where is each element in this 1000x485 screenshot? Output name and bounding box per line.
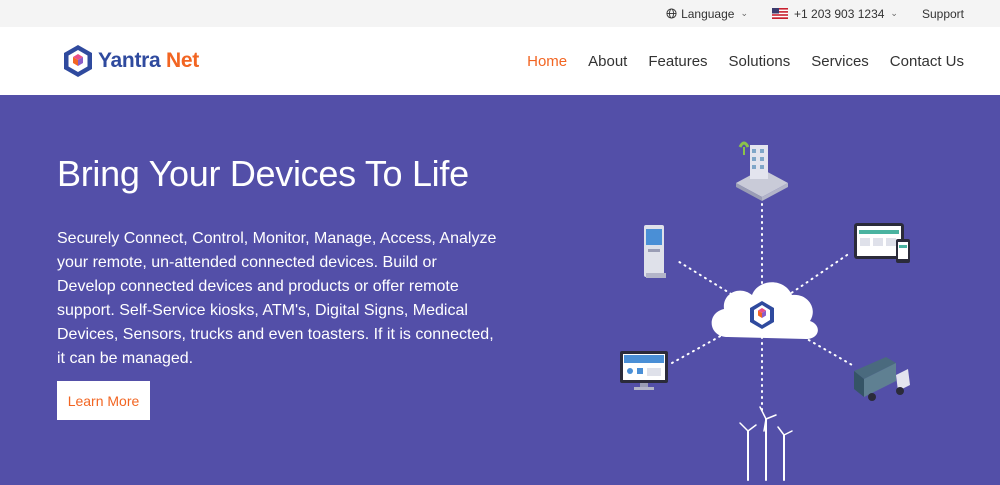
main-navbar: Yantra Net Home About Features Solutions… [0,27,1000,95]
nav-features[interactable]: Features [648,53,707,70]
smart-building-icon [736,141,788,201]
support-label: Support [921,6,964,21]
brand-name-part1: Yantra [98,49,161,72]
nav-solutions[interactable]: Solutions [729,53,791,70]
top-utility-bar: Language ⌄ +1 203 903 1234 ⌄ Support [0,0,1000,27]
language-selector[interactable]: Language ⌄ [666,7,748,21]
support-link[interactable]: Support [922,7,964,21]
nav-contact-us[interactable]: Contact Us [890,53,964,70]
nav-services[interactable]: Services [811,53,869,70]
brand-logo[interactable]: Yantra Net [62,44,199,78]
desktop-monitor-icon [620,351,668,390]
primary-nav: Home About Features Solutions Services C… [506,53,964,70]
connected-devices-illustration [620,141,910,481]
nav-home[interactable]: Home [527,53,567,70]
hero-description: Securely Connect, Control, Monitor, Mana… [57,230,497,367]
us-flag-icon [772,8,788,19]
yantra-logo-icon [64,45,92,77]
tablet-phone-icon [854,223,910,263]
hero-title: Bring Your Devices To Life [57,153,469,194]
brand-name-part2: Net [165,49,199,72]
learn-more-button[interactable]: Learn More [57,381,150,420]
chevron-down-icon: ⌄ [740,8,748,18]
phone-selector[interactable]: +1 203 903 1234 ⌄ [772,7,898,21]
globe-icon [666,8,677,19]
language-label: Language [681,6,735,21]
truck-icon [854,357,910,401]
hero-section: Bring Your Devices To Life Securely Conn… [0,95,1000,485]
cloud-icon [711,282,818,339]
phone-label: +1 203 903 1234 [794,6,885,21]
chevron-down-icon: ⌄ [890,8,898,18]
wind-turbine-icon [739,406,793,481]
brand-name: Yantra Net [98,49,199,73]
nav-about[interactable]: About [588,53,627,70]
kiosk-icon [644,225,666,278]
